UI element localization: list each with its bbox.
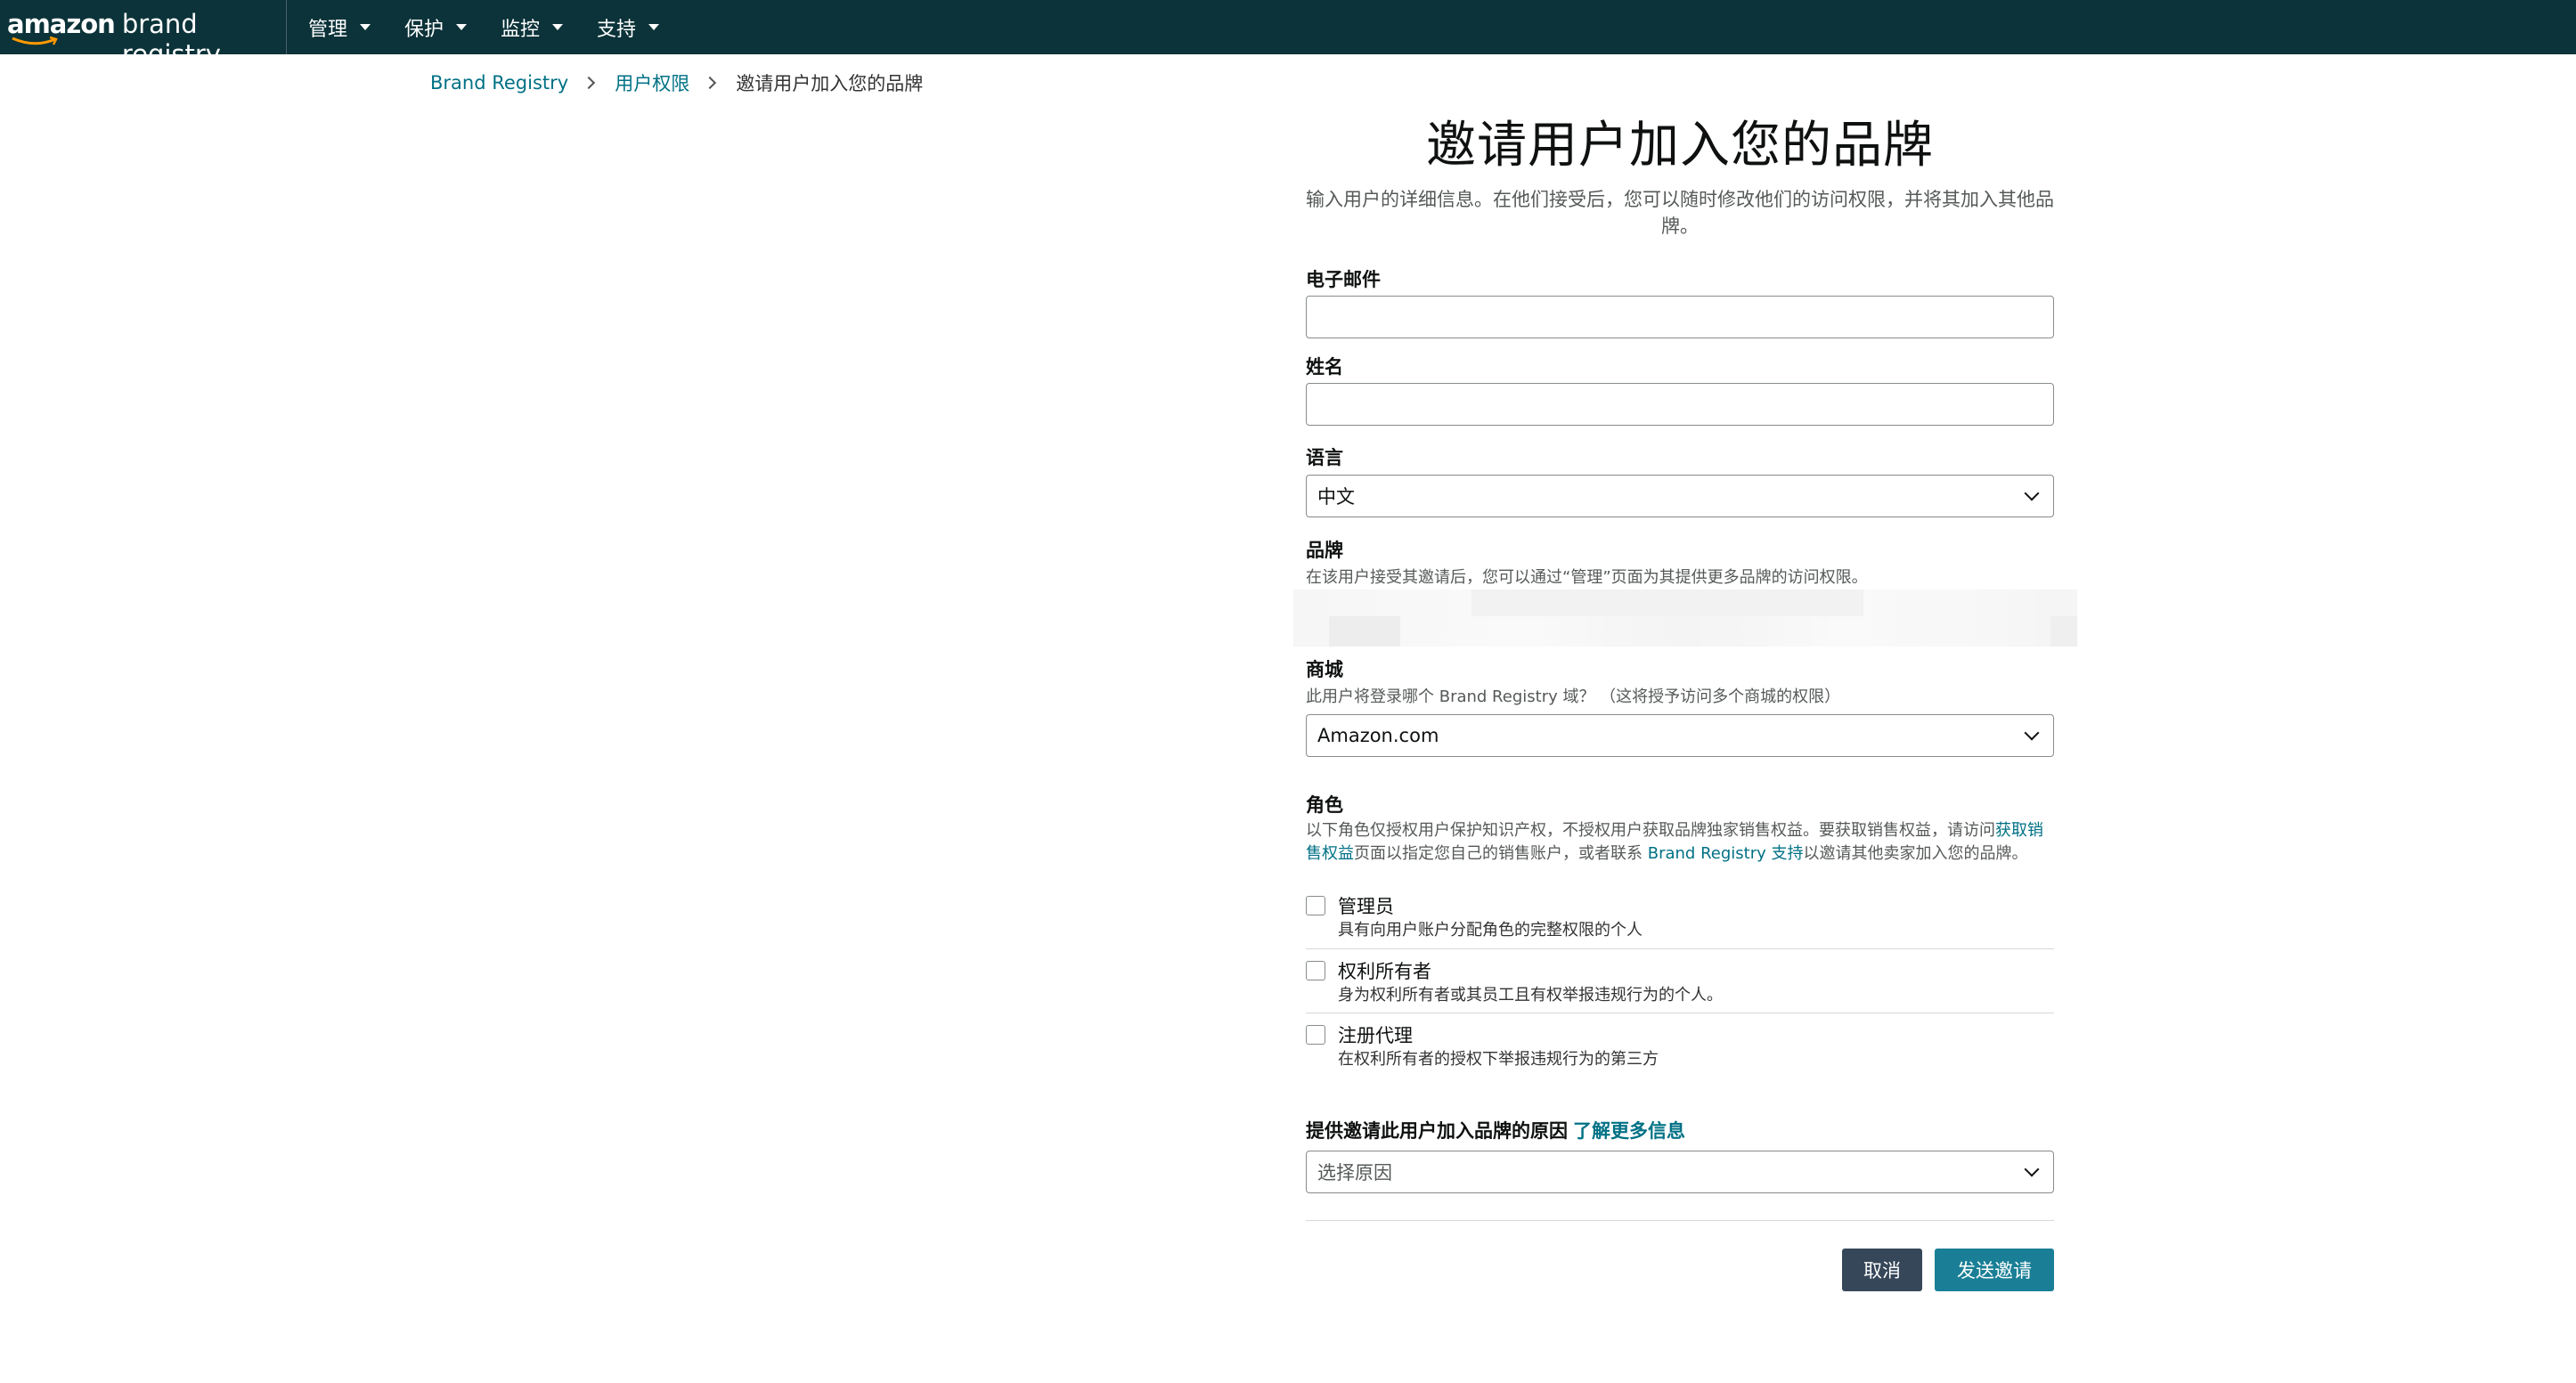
language-select-value: 中文 bbox=[1317, 486, 1355, 508]
breadcrumb: Brand Registry 用户权限 邀请用户加入您的品牌 bbox=[430, 69, 923, 96]
logo-product-text: brand registry bbox=[121, 9, 221, 69]
nav-menu-label: 支持 bbox=[597, 18, 637, 41]
role-label: 角色 bbox=[1306, 794, 1343, 816]
name-field[interactable] bbox=[1306, 383, 2054, 426]
learn-more-link[interactable]: 了解更多信息 bbox=[1573, 1120, 1685, 1142]
brand-hint: 在该用户接受其邀请后，您可以通过“管理”页面为其提供更多品牌的访问权限。 bbox=[1306, 568, 1868, 587]
email-field[interactable] bbox=[1306, 296, 2054, 338]
get-sales-rights-link-cont[interactable]: 售权益 bbox=[1306, 844, 1354, 863]
marketplace-label: 商城 bbox=[1306, 659, 1343, 680]
role-name: 管理员 bbox=[1338, 896, 1394, 917]
brand-registry-support-link[interactable]: Brand Registry 支持 bbox=[1648, 844, 1804, 863]
page-subtitle-line1: 输入用户的详细信息。在他们接受后，您可以随时修改他们的访问权限，并将其加入其他品 bbox=[1306, 189, 2054, 210]
role-name: 注册代理 bbox=[1338, 1025, 1413, 1046]
role-description-line2: 售权益页面以指定您自己的销售账户，或者联系 Brand Registry 支持以… bbox=[1306, 842, 2054, 866]
breadcrumb-root-link[interactable]: Brand Registry bbox=[430, 72, 568, 94]
email-label: 电子邮件 bbox=[1306, 269, 1381, 290]
rights-owner-checkbox[interactable] bbox=[1306, 961, 1325, 980]
role-description: 以下角色仅授权用户保护知识产权，不授权用户获取品牌独家销售权益。要获取销售权益，… bbox=[1306, 819, 2054, 866]
logo-amazon-text: amazon bbox=[7, 9, 116, 39]
page-title: 邀请用户加入您的品牌 bbox=[1426, 117, 1934, 175]
nav-menu: 管理 保护 监控 支持 bbox=[287, 0, 672, 54]
language-select[interactable]: 中文 bbox=[1306, 475, 2054, 517]
cancel-button[interactable]: 取消 bbox=[1842, 1249, 1922, 1291]
role-description-line1: 以下角色仅授权用户保护知识产权，不授权用户获取品牌独家销售权益。要获取销售权益，… bbox=[1306, 819, 2054, 842]
caret-down-icon bbox=[648, 24, 660, 30]
divider bbox=[1306, 948, 2054, 949]
role-desc: 具有向用户账户分配角色的完整权限的个人 bbox=[1338, 921, 1643, 940]
nav-menu-label: 保护 bbox=[404, 18, 444, 41]
nav-menu-monitor[interactable]: 监控 bbox=[501, 13, 564, 42]
chevron-down-icon bbox=[2024, 1161, 2040, 1177]
chevron-down-icon bbox=[2024, 725, 2040, 741]
caret-down-icon bbox=[456, 24, 468, 30]
marketplace-hint: 此用户将登录哪个 Brand Registry 域？ （这将授予访问多个商城的权… bbox=[1306, 687, 1841, 706]
reason-label: 提供邀请此用户加入品牌的原因 了解更多信息 bbox=[1306, 1117, 1685, 1143]
brand-label: 品牌 bbox=[1306, 540, 1343, 561]
role-text-3: 以邀请其他卖家加入您的品牌。 bbox=[1803, 844, 2028, 863]
chevron-right-icon bbox=[583, 76, 596, 90]
divider bbox=[1306, 1220, 2054, 1221]
nav-menu-manage[interactable]: 管理 bbox=[308, 13, 371, 42]
nav-menu-protect[interactable]: 保护 bbox=[404, 13, 468, 42]
administrator-checkbox[interactable] bbox=[1306, 896, 1325, 915]
amazon-smile-icon bbox=[12, 36, 58, 45]
page-subtitle-line2: 牌。 bbox=[1661, 216, 1699, 237]
chevron-right-icon bbox=[704, 76, 717, 90]
redacted-block bbox=[1471, 590, 1863, 616]
role-desc: 在权利所有者的授权下举报违规行为的第三方 bbox=[1338, 1050, 1659, 1069]
send-invite-button[interactable]: 发送邀请 bbox=[1935, 1249, 2054, 1291]
marketplace-select[interactable]: Amazon.com bbox=[1306, 714, 2054, 757]
reason-label-text: 提供邀请此用户加入品牌的原因 bbox=[1306, 1120, 1568, 1142]
get-sales-rights-link[interactable]: 获取销 bbox=[1995, 821, 2043, 840]
marketplace-select-value: Amazon.com bbox=[1317, 725, 1439, 746]
page-subtitle: 输入用户的详细信息。在他们接受后，您可以随时修改他们的访问权限，并将其加入其他品… bbox=[1306, 186, 2054, 240]
chevron-down-icon bbox=[2024, 485, 2040, 501]
reason-select-placeholder: 选择原因 bbox=[1317, 1162, 1392, 1184]
role-text-1: 以下角色仅授权用户保护知识产权，不授权用户获取品牌独家销售权益。要获取销售权益，… bbox=[1306, 821, 1995, 840]
nav-menu-label: 管理 bbox=[308, 18, 348, 41]
registered-agent-checkbox[interactable] bbox=[1306, 1025, 1325, 1045]
brand-list-redacted bbox=[1293, 590, 2077, 647]
redacted-block bbox=[2050, 616, 2077, 647]
redacted-block bbox=[1329, 616, 1400, 647]
language-label: 语言 bbox=[1306, 447, 1343, 468]
role-desc: 身为权利所有者或其员工且有权举报违规行为的个人。 bbox=[1338, 986, 1723, 1005]
nav-menu-label: 监控 bbox=[501, 18, 541, 41]
breadcrumb-current: 邀请用户加入您的品牌 bbox=[736, 73, 924, 94]
name-label: 姓名 bbox=[1306, 356, 1343, 378]
top-navigation: amazon brand registry 管理 保护 监控 支持 bbox=[0, 0, 2576, 69]
role-name: 权利所有者 bbox=[1338, 961, 1431, 982]
invite-user-form: 邀请用户加入您的品牌 输入用户的详细信息。在他们接受后，您可以随时修改他们的访问… bbox=[1293, 105, 2077, 1291]
role-text-2: 页面以指定您自己的销售账户，或者联系 bbox=[1354, 844, 1648, 863]
nav-menu-support[interactable]: 支持 bbox=[597, 13, 660, 42]
breadcrumb-user-permissions-link[interactable]: 用户权限 bbox=[615, 69, 689, 96]
caret-down-icon bbox=[360, 24, 371, 30]
brand-registry-logo[interactable]: amazon brand registry bbox=[0, 0, 287, 69]
reason-select[interactable]: 选择原因 bbox=[1306, 1151, 2054, 1193]
caret-down-icon bbox=[552, 24, 564, 30]
